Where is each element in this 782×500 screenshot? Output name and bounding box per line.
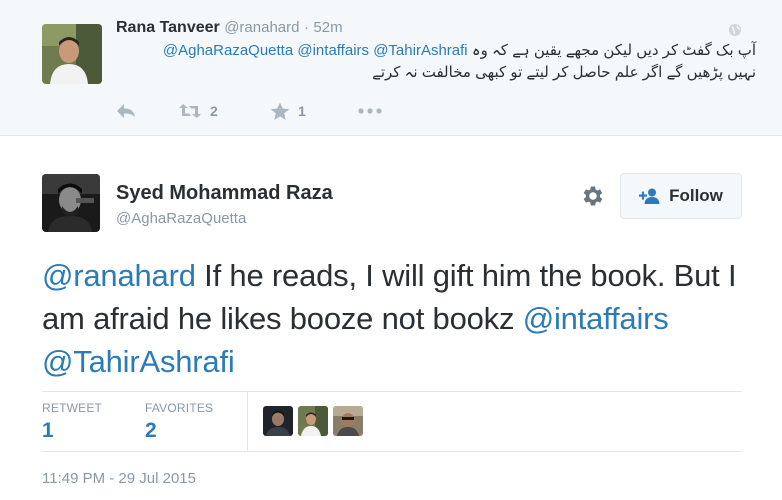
main-author-avatar[interactable]: [42, 174, 100, 232]
more-icon: [358, 108, 382, 114]
stats-divider-bottom: [42, 451, 742, 452]
mention-link[interactable]: @AghaRazaQuetta: [163, 42, 293, 59]
retweet-stat-label: RETWEET: [42, 401, 103, 415]
parent-tweet-text: آپ بک گفٹ کر دیں لیکن مجھے یقین ہے کہ وہ…: [116, 40, 756, 84]
follow-button[interactable]: Follow: [620, 173, 742, 219]
favorite-star-icon: [270, 102, 290, 120]
follow-button-label: Follow: [669, 186, 723, 205]
parent-text-urdu-line1: آپ بک گفٹ کر دیں لیکن مجھے یقین ہے کہ وہ: [471, 42, 756, 59]
favoriter-avatar[interactable]: [298, 406, 328, 436]
parent-retweet-count: 2: [210, 103, 218, 119]
favorites-stat-label: FAVORITES: [145, 401, 214, 415]
favorites-stat-count[interactable]: 2: [145, 419, 157, 443]
retweet-stat-count[interactable]: 1: [42, 419, 54, 443]
parent-tweet-header: Rana Tanveer @ranahard · 52m: [116, 19, 343, 37]
favorite-button[interactable]: 1: [270, 100, 306, 122]
favoriter-avatar[interactable]: [263, 406, 293, 436]
mention-link[interactable]: @TahirAshrafi: [42, 344, 235, 379]
parent-author-handle[interactable]: @ranahard: [224, 19, 299, 36]
more-button[interactable]: [358, 100, 382, 122]
mention-link[interactable]: @ranahard: [42, 258, 196, 293]
parent-favorite-count: 1: [298, 103, 306, 119]
mention-link[interactable]: @intaffairs: [297, 42, 369, 59]
parent-tweet[interactable]: Rana Tanveer @ranahard · 52m آپ بک گفٹ ک…: [0, 0, 782, 136]
mention-link[interactable]: @intaffairs: [523, 301, 669, 336]
retweet-button[interactable]: 2: [178, 100, 218, 122]
stats-vertical-divider: [247, 392, 248, 451]
follow-person-icon: [639, 188, 660, 204]
main-author-name[interactable]: Syed Mohammad Raza: [116, 182, 333, 205]
tweet-timestamp[interactable]: 11:49 PM - 29 Jul 2015: [42, 470, 196, 487]
parent-tweet-actions: 2 1: [116, 100, 416, 122]
parent-author-name[interactable]: Rana Tanveer: [116, 19, 220, 36]
main-tweet-text: @ranahard If he reads, I will gift him t…: [42, 254, 742, 383]
mention-link[interactable]: @TahirAshrafi: [373, 42, 467, 59]
time-separator: ·: [303, 19, 309, 36]
globe-icon: [728, 23, 742, 37]
gear-icon[interactable]: [580, 183, 606, 209]
parent-tweet-time[interactable]: 52m: [313, 19, 342, 36]
stats-divider-top: [42, 391, 742, 392]
reply-icon: [117, 104, 135, 118]
parent-author-avatar[interactable]: [42, 24, 102, 84]
favoriter-avatar[interactable]: [333, 406, 363, 436]
main-author-handle[interactable]: @AghaRazaQuetta: [116, 210, 246, 227]
parent-text-urdu-line2: نہیں پڑھیں گے اگر علم حاصل کر لیتے تو کب…: [372, 64, 756, 81]
reply-button[interactable]: [116, 100, 136, 122]
retweet-icon: [179, 104, 201, 118]
